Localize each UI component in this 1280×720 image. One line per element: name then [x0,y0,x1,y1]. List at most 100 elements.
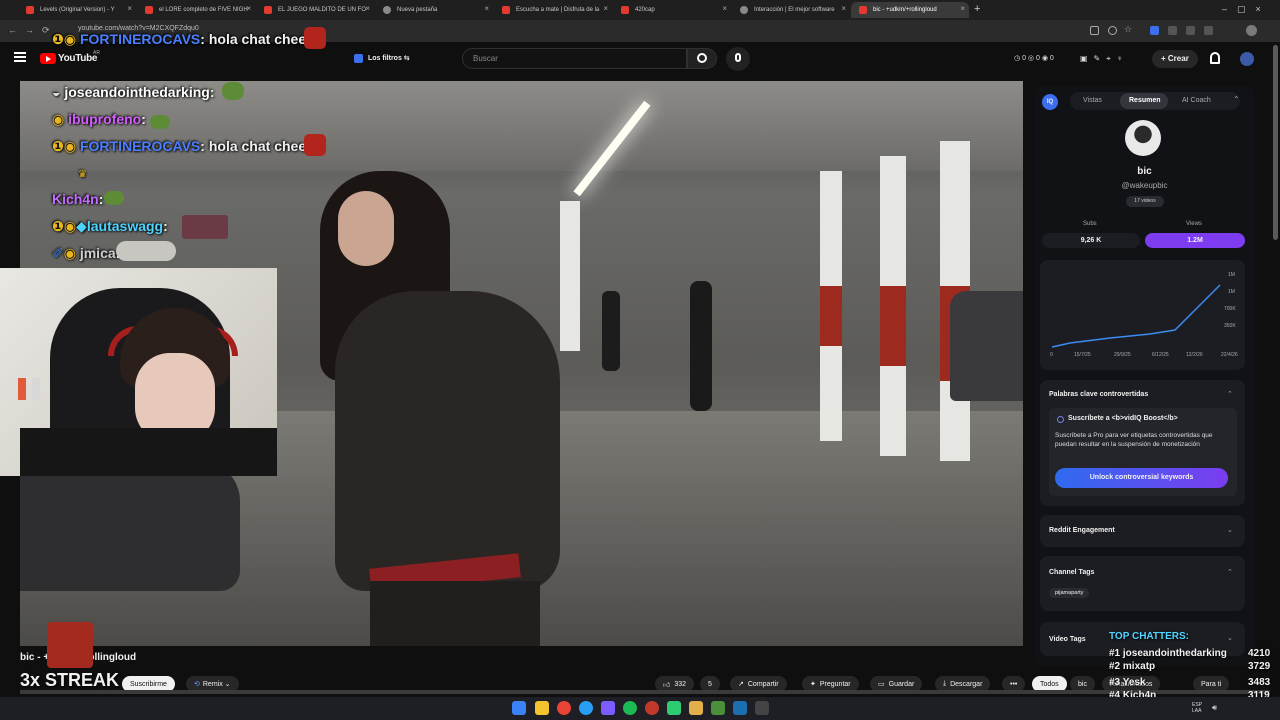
browser-tab[interactable]: Interacción | El mejor software × [732,2,850,18]
x-tick: 15/7/25 [1074,352,1091,358]
browser-tab[interactable]: 420cap × [613,2,731,18]
start-menu-icon[interactable] [512,701,526,715]
channel-avatar[interactable] [1125,120,1161,156]
discord-icon[interactable] [601,701,615,715]
channel-handle: @wakeupbic [1121,181,1168,190]
subs-value: 9,26 K [1042,233,1140,248]
tab-ai-coach[interactable]: AI Coach [1182,97,1211,104]
browser-tab[interactable]: Levels (Original Version) - Y × [18,2,136,18]
channel-name[interactable]: bic [1034,166,1255,177]
close-tab-icon[interactable]: × [484,4,489,13]
tab-summary[interactable]: Resumen [1129,97,1161,104]
chatter-name: mixatp [1122,661,1156,672]
remix-label: Remix [202,680,223,688]
bell-icon[interactable] [1210,52,1220,64]
x-tick: 0 [1050,352,1053,358]
youtube-logo-icon[interactable] [40,53,56,64]
app-icon[interactable] [711,701,725,715]
filters-button[interactable]: Los filtros ⇆ [350,51,416,66]
chrome-icon[interactable] [557,701,571,715]
reddit-card[interactable]: Reddit Engagement ⌄ [1040,515,1245,547]
system-tray-icons[interactable]: 🔊︎ [1212,703,1217,713]
search-input[interactable]: Buscar [462,48,687,69]
tag-chip[interactable]: pijamaparty [1049,588,1090,598]
vidiq-toolbar-icons[interactable]: ▣✎⌖♆ [1080,54,1129,64]
close-tab-icon[interactable]: × [603,4,608,13]
steam-icon[interactable] [733,701,747,715]
close-tab-icon[interactable]: × [365,4,370,13]
nav-buttons[interactable]: ←→⟳ [8,25,58,36]
emote-icon [116,241,176,261]
window-controls[interactable]: –▢× [1222,4,1271,15]
user-avatar[interactable] [1240,52,1254,66]
shelf-item [32,378,40,400]
upsell-title: Suscríbete a <b>vidIQ Boost</b> [1068,415,1178,422]
vidiq-icon [354,54,363,63]
app-icon[interactable] [755,701,769,715]
crown-icon: ♛ [78,169,87,180]
chevron-down-icon[interactable]: ⌄ [1227,526,1233,534]
extension-icon[interactable] [1186,26,1195,35]
sparkle-icon: ✦ [810,681,816,688]
streamer-shirt [20,428,277,476]
puzzle-icon[interactable] [1204,26,1213,35]
app-icon[interactable] [667,701,681,715]
language-indicator[interactable]: ESP LAA [1192,702,1202,714]
extension-icons[interactable]: ☆ [1090,24,1257,36]
close-tab-icon[interactable]: × [246,4,251,13]
shelf-item [18,378,26,400]
zoom-icon[interactable] [1108,26,1117,35]
browser-tab[interactable]: Escucha a mate | Disfruta de la × [494,2,612,18]
browser-tab[interactable]: el LORE completo de FIVE NIGH × [137,2,255,18]
new-tab-button[interactable]: + [974,3,980,15]
horizontal-scrollbar[interactable] [20,690,1270,694]
app-icon[interactable] [689,701,703,715]
spotify-icon[interactable] [623,701,637,715]
youtube-logo-text[interactable]: YouTube [58,53,98,64]
youtube-favicon-icon [621,6,629,14]
channel-tags-title: Channel Tags [1049,569,1095,576]
browser-tab-active[interactable]: bic - +udkm/+rollingloud × [851,2,969,18]
emote-icon [304,27,326,49]
y-tick: 350K [1224,323,1236,329]
emote-icon [150,115,170,129]
chat-message: Kich4n: [52,191,124,207]
close-tab-icon[interactable]: × [722,4,727,13]
browser-tab[interactable]: EL JUEGO MALDITO DE UN FO × [256,2,374,18]
star-icon[interactable]: ☆ [1124,24,1132,35]
x-tick: 29/9/25 [1114,352,1131,358]
search-button[interactable] [687,48,717,69]
close-tab-icon[interactable]: × [127,4,132,13]
chatter-rank: #1 [1109,648,1121,659]
profile-avatar[interactable] [1246,25,1257,36]
chatter-score: 3483 [1248,677,1271,688]
chat-message: ❶◉ FORTINEROCAVS: hola chat chee [52,134,326,156]
sidebar-tabs: Vistas Resumen AI Coach [1070,92,1240,110]
extension-icon[interactable] [1150,26,1159,35]
voice-search-button[interactable] [726,47,750,71]
tab-title: Interacción | El mejor software [754,7,835,13]
close-tab-icon[interactable]: × [960,4,965,13]
chevron-up-icon[interactable]: ⌃ [1227,568,1233,576]
chevron-up-icon[interactable]: ⌃ [1227,390,1233,398]
diamond-badge-icon: ◆ [76,218,87,234]
top-chatters-title: TOP CHATTERS: [1109,631,1190,642]
chevron-down-icon[interactable]: ⌄ [1227,634,1233,642]
edge-icon[interactable] [579,701,593,715]
close-tab-icon[interactable]: × [841,4,846,13]
create-button[interactable]: + Crear [1152,50,1198,68]
obs-icon[interactable] [645,701,659,715]
browser-tab[interactable]: Nueva pestaña × [375,2,493,18]
file-explorer-icon[interactable] [535,701,549,715]
extension-icon[interactable] [1168,26,1177,35]
remix-icon: ⟲ [194,681,200,688]
unlock-keywords-button[interactable]: Unlock controversial keywords [1055,468,1228,488]
menu-icon[interactable] [14,52,26,62]
page-scrollbar[interactable] [1273,45,1278,240]
tab-views[interactable]: Vistas [1083,97,1102,104]
install-icon[interactable] [1090,26,1099,35]
collapse-icon[interactable]: ⌃ [1233,95,1240,104]
chat-username: FORTINEROCAVS [79,31,201,47]
badge-icon: ◉ [63,245,76,261]
save-label: Guardar [888,680,915,688]
